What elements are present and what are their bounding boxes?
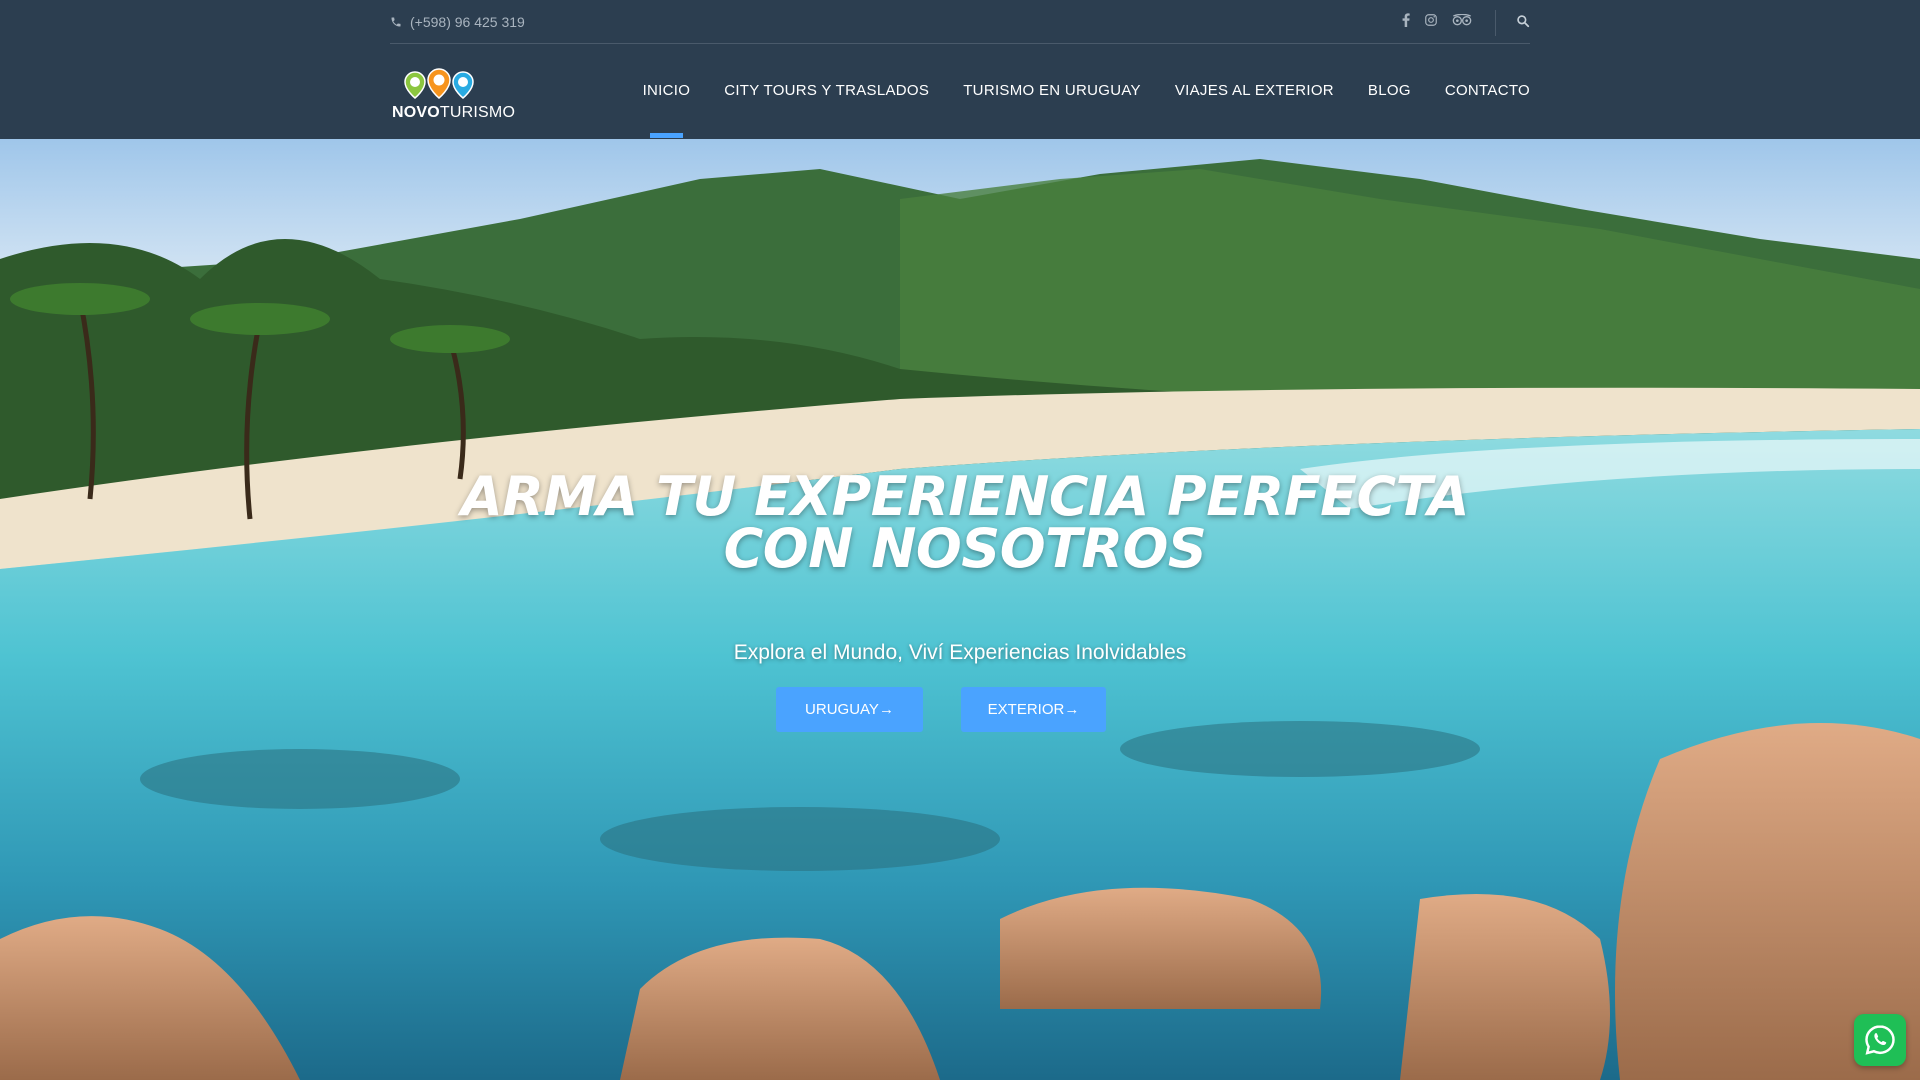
logo-pins-icon	[404, 68, 474, 99]
whatsapp-icon[interactable]	[1854, 1014, 1906, 1066]
site-logo[interactable]: NOVOTURISMO	[390, 68, 515, 124]
topbar-divider	[1495, 10, 1496, 36]
nav-item-turismo-uruguay[interactable]: TURISMO EN URUGUAY	[963, 82, 1141, 99]
facebook-icon[interactable]	[1402, 13, 1410, 27]
main-nav: INICIO CITY TOURS Y TRASLADOS TURISMO EN…	[643, 82, 1530, 138]
nav-item-viajes-exterior[interactable]: VIAJES AL EXTERIOR	[1175, 82, 1334, 99]
tripadvisor-icon[interactable]	[1452, 14, 1472, 26]
hero-subtitle: Explora el Mundo, Viví Experiencias Inol…	[733, 641, 1187, 664]
hero-title: ARMA TU EXPERIENCIA PERFECTA CON NOSOTRO…	[460, 465, 1470, 580]
phone-number: (+598) 96 425 319	[410, 14, 525, 30]
nav-item-city-tours[interactable]: CITY TOURS Y TRASLADOS	[724, 82, 929, 99]
nav-item-blog[interactable]: BLOG	[1368, 82, 1411, 99]
phone-contact[interactable]: (+598) 96 425 319	[390, 14, 525, 30]
instagram-icon[interactable]	[1424, 13, 1438, 27]
social-links	[1402, 13, 1472, 27]
hero-slider: ARMA TU EXPERIENCIA PERFECTA CON NOSOTRO…	[0, 139, 1920, 1080]
uruguay-button[interactable]: URUGUAY→	[776, 687, 923, 732]
hero-beach-image	[0, 139, 1920, 1080]
exterior-button[interactable]: EXTERIOR→	[961, 687, 1106, 732]
site-header: (+598) 96 425 319 NOVOTURISMO INICIO CIT…	[0, 0, 1920, 139]
top-bar: (+598) 96 425 319	[390, 0, 1530, 44]
nav-item-inicio[interactable]: INICIO	[643, 82, 691, 138]
phone-icon	[390, 16, 402, 28]
search-icon[interactable]	[1516, 14, 1530, 33]
nav-item-contacto[interactable]: CONTACTO	[1445, 82, 1530, 99]
logo-wordmark: NOVOTURISMO	[392, 104, 516, 121]
